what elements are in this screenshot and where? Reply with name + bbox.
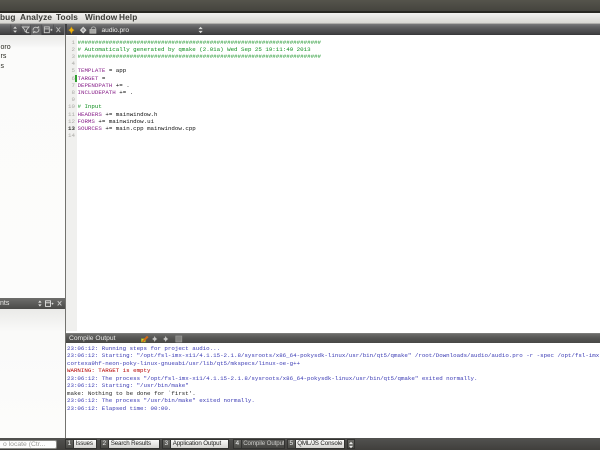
svg-text:audio.pro: audio.pro bbox=[102, 27, 130, 34]
